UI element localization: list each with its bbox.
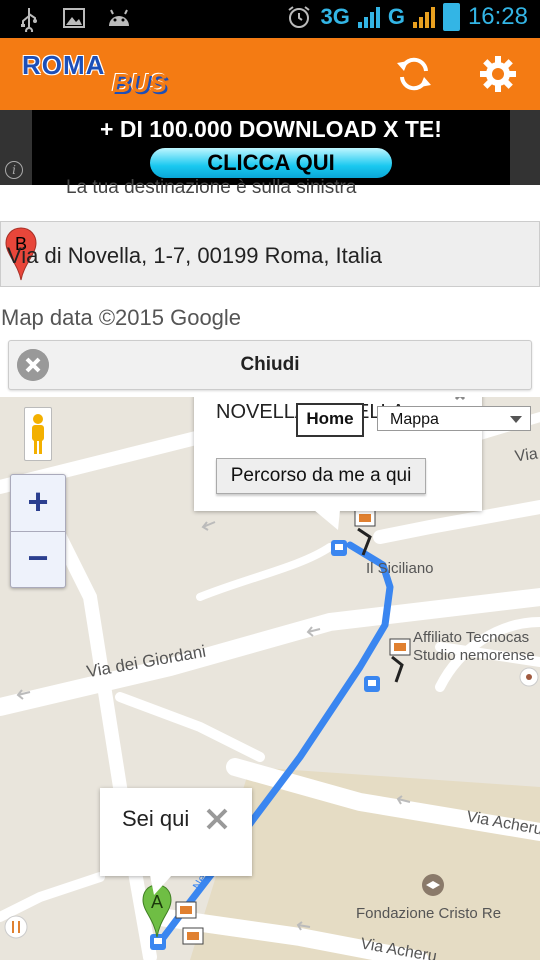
zoom-out-button[interactable]: − <box>11 531 65 587</box>
logo-bus: BUS <box>112 68 167 98</box>
my-location-text: Sei qui <box>122 806 190 831</box>
bus-icon <box>364 676 380 692</box>
ad-info-icon[interactable]: i <box>5 161 23 179</box>
status-bar: 3G G 16:28 <box>0 0 540 38</box>
logo-roma: ROMA <box>22 50 106 80</box>
destination-row[interactable]: B Via di Novella, 1-7, 00199 Roma, Itali… <box>0 221 540 287</box>
route-from-me-button[interactable]: Percorso da me a qui <box>216 458 426 494</box>
label-affiliato-2: Studio nemorense 1 s <box>413 647 540 664</box>
battery-icon <box>442 3 460 31</box>
label-fondazione: Fondazione Cristo Re <box>356 905 502 922</box>
gear-icon <box>480 56 516 92</box>
signal-bars-1-icon <box>357 6 380 28</box>
map-type-value: Mappa <box>390 411 439 428</box>
pegman-icon <box>32 414 44 454</box>
refresh-icon <box>397 57 431 91</box>
label-affiliato-1: Affiliato Tecnocas <box>413 629 530 646</box>
info-window-pointer <box>314 510 340 530</box>
ad-cta-button[interactable]: CLICCA QUI <box>150 148 392 178</box>
sei-qui-pointer <box>150 875 172 895</box>
my-location-info-window: Sei qui <box>100 788 252 876</box>
zoom-controls: + − <box>10 474 66 588</box>
clock: 16:28 <box>467 3 528 30</box>
ad-headline: + DI 100.000 DOWNLOAD X TE! <box>100 116 442 142</box>
chevron-down-icon <box>510 416 522 423</box>
ad-banner[interactable]: + DI 100.000 DOWNLOAD X TE! CLICCA QUI i <box>0 110 540 185</box>
close-label: Chiudi <box>240 354 300 375</box>
map-attribution: Map data ©2015 Google <box>1 305 242 330</box>
android-icon <box>106 6 132 32</box>
usb-icon <box>18 6 44 35</box>
close-directions-button[interactable]: Chiudi <box>8 340 532 390</box>
street-view-pegman[interactable] <box>24 407 52 461</box>
label-il-siciliano: Il Siciliano <box>366 560 434 577</box>
directions-panel: La tua destinazione è sulla sinistra B V… <box>0 177 540 397</box>
restaurant-icon[interactable] <box>4 915 28 939</box>
bus-icon <box>150 934 166 950</box>
destination-address: Via di Novella, 1-7, 00199 Roma, Italia <box>7 243 383 268</box>
ad-content[interactable]: + DI 100.000 DOWNLOAD X TE! CLICCA QUI <box>32 110 510 185</box>
alarm-icon <box>286 4 312 30</box>
network-type-g: G <box>387 4 405 29</box>
home-button[interactable]: Home <box>296 403 364 437</box>
label-via-top-right: Via <box>513 445 539 466</box>
refresh-button[interactable] <box>394 54 434 94</box>
previous-step-text: La tua destinazione è sulla sinistra <box>66 177 357 198</box>
map-type-select[interactable]: Mappa <box>377 406 531 431</box>
app-bar: ROMA BUS <box>0 38 540 110</box>
gallery-icon <box>62 6 88 32</box>
bus-icon <box>331 540 347 556</box>
info-close-icon[interactable] <box>452 397 472 403</box>
settings-button[interactable] <box>478 54 518 94</box>
map-view[interactable]: A Via dei Giordani Il Siciliano Affiliat… <box>0 397 540 960</box>
signal-bars-2-icon <box>412 6 435 28</box>
zoom-in-button[interactable]: + <box>11 475 65 531</box>
network-type-3g: 3G <box>320 4 350 29</box>
close-icon[interactable] <box>206 808 228 830</box>
